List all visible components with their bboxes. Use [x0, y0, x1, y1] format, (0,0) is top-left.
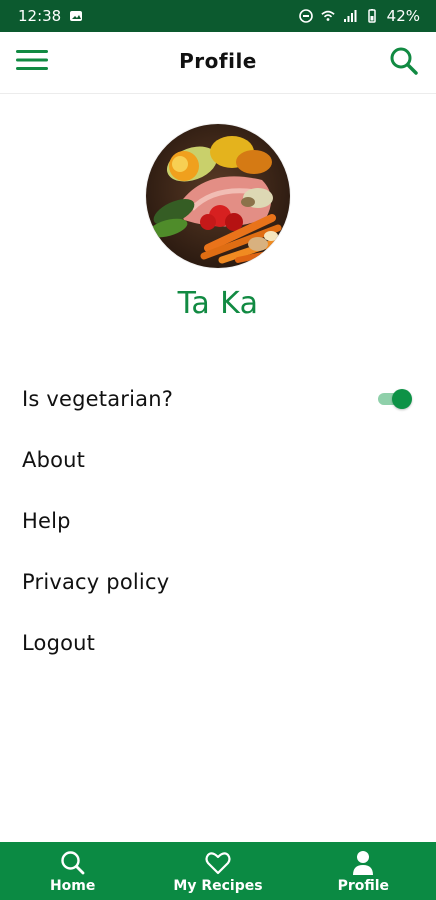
battery-percent: 42% — [386, 6, 420, 25]
vegetarian-toggle[interactable] — [378, 389, 412, 409]
app-bar: Profile — [0, 32, 436, 94]
menu-item-label: Help — [22, 508, 71, 533]
menu-item-help[interactable]: Help — [0, 490, 436, 551]
nav-item-my-recipes[interactable]: My Recipes — [145, 842, 290, 900]
heart-icon — [205, 850, 231, 876]
image-notification-icon — [69, 9, 83, 23]
menu-item-vegetarian[interactable]: Is vegetarian? — [0, 368, 436, 429]
status-left: 12:38 — [18, 6, 83, 25]
menu-item-logout[interactable]: Logout — [0, 612, 436, 673]
nav-label-home: Home — [49, 877, 96, 894]
nav-label-my-recipes: My Recipes — [173, 877, 263, 894]
nav-item-home[interactable]: Home — [0, 842, 145, 900]
search-icon — [389, 46, 419, 80]
page-title: Profile — [179, 49, 257, 73]
signal-icon — [343, 9, 357, 23]
nav-item-profile[interactable]: Profile — [291, 842, 436, 900]
status-right: 42% — [298, 6, 420, 25]
menu-item-label: Logout — [22, 630, 96, 655]
profile-name: Ta Ka — [177, 286, 259, 321]
menu-item-privacy-policy[interactable]: Privacy policy — [0, 551, 436, 612]
avatar — [146, 124, 290, 268]
do-not-disturb-icon — [298, 9, 313, 23]
nav-label-profile: Profile — [337, 877, 390, 894]
menu-item-label: Privacy policy — [22, 569, 170, 594]
battery-icon — [365, 9, 379, 23]
profile-menu-list: Is vegetarian? About Help Privacy policy… — [0, 368, 436, 673]
wifi-icon — [321, 9, 335, 23]
user-icon — [350, 850, 376, 876]
bottom-navigation: Home My Recipes Profile — [0, 842, 436, 900]
status-time: 12:38 — [18, 6, 62, 25]
menu-item-about[interactable]: About — [0, 429, 436, 490]
toggle-thumb — [392, 389, 412, 409]
search-icon — [60, 850, 86, 876]
menu-item-label: About — [22, 447, 86, 472]
food-photo-avatar — [146, 124, 290, 268]
menu-item-label: Is vegetarian? — [22, 386, 174, 411]
search-button[interactable] — [386, 45, 422, 81]
status-bar: 12:38 42% — [0, 0, 436, 32]
